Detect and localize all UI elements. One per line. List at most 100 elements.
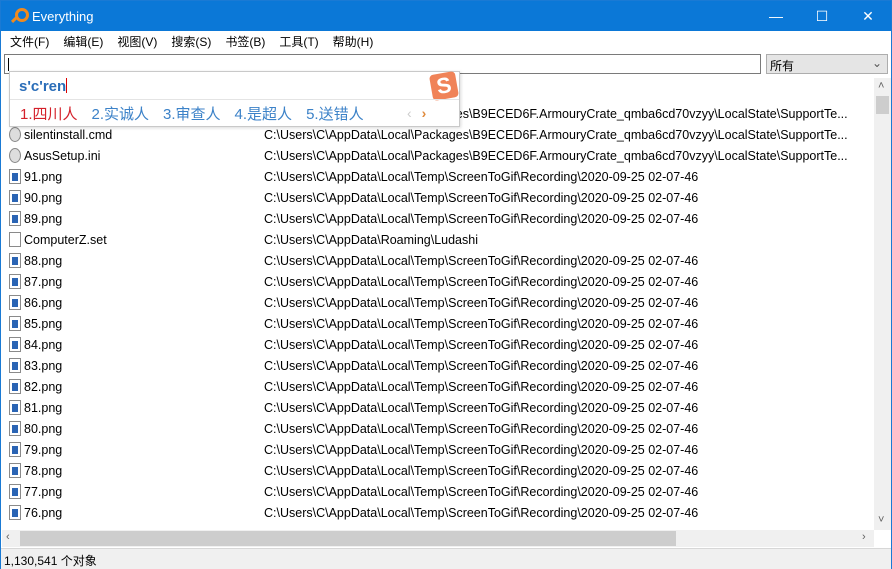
scroll-left-icon[interactable]: ‹ [6, 531, 10, 543]
table-row[interactable]: 86.png C:\Users\C\AppData\Local\Temp\Scre… [2, 292, 874, 313]
ime-candidate[interactable]: 1.四川人 [20, 103, 78, 124]
vertical-scrollbar[interactable]: ˄ ˅ [874, 78, 891, 530]
horizontal-scroll-thumb[interactable] [20, 531, 676, 546]
table-row[interactable]: 87.png C:\Users\C\AppData\Local\Temp\Scre… [2, 271, 874, 292]
png-file-icon [9, 253, 21, 268]
gear-file-icon [9, 127, 21, 142]
chevron-down-icon: ⌄ [871, 56, 882, 70]
png-file-icon [9, 442, 21, 457]
table-row[interactable]: 88.png C:\Users\C\AppData\Local\Temp\Scre… [2, 250, 874, 271]
filter-value: 所有 [770, 59, 795, 73]
png-file-icon [9, 190, 21, 205]
scroll-right-icon[interactable]: › [862, 531, 866, 543]
scroll-down-icon[interactable]: ˅ [878, 514, 884, 526]
table-row[interactable]: 85.png C:\Users\C\AppData\Local\Temp\Scre… [2, 313, 874, 334]
file-path: C:\Users\C\AppData\Local\Packages\B9ECED… [264, 127, 848, 142]
table-row[interactable]: 79.png C:\Users\C\AppData\Local\Temp\Scre… [2, 439, 874, 460]
file-name: 91.png [24, 169, 63, 184]
file-name: 86.png [24, 295, 63, 310]
ime-next-page-icon[interactable]: › [422, 105, 427, 121]
menu-tools[interactable]: 工具(T) [272, 33, 325, 50]
file-name: silentinstall.cmd [24, 127, 113, 142]
table-row[interactable]: 81.png C:\Users\C\AppData\Local\Temp\Scre… [2, 397, 874, 418]
table-row[interactable]: 77.png C:\Users\C\AppData\Local\Temp\Scre… [2, 481, 874, 502]
table-row[interactable]: AsusSetup.ini C:\Users\C\AppData\Local\Pa… [2, 145, 874, 166]
file-name: 88.png [24, 253, 63, 268]
ime-candidate[interactable]: 4.是超人 [235, 103, 293, 124]
menu-edit[interactable]: 编辑(E) [56, 33, 110, 50]
table-row[interactable]: 76.png C:\Users\C\AppData\Local\Temp\Scre… [2, 502, 874, 523]
file-name: 76.png [24, 505, 63, 520]
ime-candidate[interactable]: 2.实诚人 [92, 103, 150, 124]
filter-select[interactable]: 所有 ⌄ [766, 54, 888, 74]
png-file-icon [9, 379, 21, 394]
window-title: Everything [32, 8, 94, 24]
maximize-button[interactable]: ☐ [799, 1, 845, 31]
table-row[interactable]: 78.png C:\Users\C\AppData\Local\Temp\Scre… [2, 460, 874, 481]
menu-file[interactable]: 文件(F) [3, 33, 56, 50]
menu-bar: 文件(F) 编辑(E) 视图(V) 搜索(S) 书签(B) 工具(T) 帮助(H… [1, 31, 380, 52]
table-row[interactable]: 84.png C:\Users\C\AppData\Local\Temp\Scre… [2, 334, 874, 355]
file-path: C:\Users\C\AppData\Local\Temp\ScreenToGi… [264, 358, 699, 373]
table-row[interactable]: 90.png C:\Users\C\AppData\Local\Temp\Scre… [2, 187, 874, 208]
file-path: C:\Users\C\AppData\Local\Temp\ScreenToGi… [264, 442, 699, 457]
ime-prev-page-icon[interactable]: ‹ [407, 105, 412, 121]
png-file-icon [9, 295, 21, 310]
scroll-up-icon[interactable]: ˄ [878, 80, 884, 92]
table-row[interactable]: 83.png C:\Users\C\AppData\Local\Temp\Scre… [2, 355, 874, 376]
file-path: C:\Users\C\AppData\Local\Temp\ScreenToGi… [264, 484, 699, 499]
png-file-icon [9, 316, 21, 331]
file-name: 90.png [24, 190, 63, 205]
horizontal-scrollbar[interactable]: ‹ › [2, 530, 874, 547]
table-row[interactable]: 80.png C:\Users\C\AppData\Local\Temp\Scre… [2, 418, 874, 439]
file-path: C:\Users\C\AppData\Roaming\Ludashi [264, 232, 478, 247]
png-file-icon [9, 505, 21, 520]
menu-help[interactable]: 帮助(H) [326, 33, 381, 50]
file-name: 89.png [24, 211, 63, 226]
file-name: 79.png [24, 442, 63, 457]
file-path: C:\Users\C\AppData\Local\Temp\ScreenToGi… [264, 316, 699, 331]
close-button[interactable]: ✕ [845, 1, 891, 31]
file-name: ComputerZ.set [24, 232, 107, 247]
table-row[interactable]: 91.png C:\Users\C\AppData\Local\Temp\Scre… [2, 166, 874, 187]
menu-bookmarks[interactable]: 书签(B) [218, 33, 272, 50]
file-name: 80.png [24, 421, 63, 436]
ime-candidate[interactable]: 3.审查人 [163, 103, 221, 124]
ime-candidate[interactable]: 5.送错人 [306, 103, 364, 124]
vertical-scroll-thumb[interactable] [876, 96, 889, 114]
table-row[interactable]: 82.png C:\Users\C\AppData\Local\Temp\Scre… [2, 376, 874, 397]
results-list: C:\Users\C\AppData\Local\Packages\B9ECED… [2, 78, 874, 530]
file-path: C:\Users\C\AppData\Local\Temp\ScreenToGi… [264, 463, 699, 478]
table-row[interactable]: 89.png C:\Users\C\AppData\Local\Temp\Scre… [2, 208, 874, 229]
table-row[interactable]: silentinstall.cmd C:\Users\C\AppData\Loca… [2, 124, 874, 145]
file-path: C:\Users\C\AppData\Local\Packages\B9ECED… [264, 148, 848, 163]
minimize-button[interactable]: — [753, 1, 799, 31]
menu-search[interactable]: 搜索(S) [164, 33, 218, 50]
file-path: C:\Users\C\AppData\Local\Temp\ScreenToGi… [264, 400, 699, 415]
png-file-icon [9, 211, 21, 226]
file-name: 77.png [24, 484, 63, 499]
file-path: C:\Users\C\AppData\Local\Temp\ScreenToGi… [264, 379, 699, 394]
file-name: AsusSetup.ini [24, 148, 101, 163]
text-caret [8, 58, 9, 71]
table-row[interactable]: ComputerZ.set C:\Users\C\AppData\Roaming\… [2, 229, 874, 250]
status-bar: 1,130,541 个对象 [1, 548, 891, 569]
png-file-icon [9, 358, 21, 373]
file-name: 85.png [24, 316, 63, 331]
png-file-icon [9, 337, 21, 352]
file-name: 82.png [24, 379, 63, 394]
png-file-icon [9, 463, 21, 478]
object-count: 1,130,541 个对象 [4, 554, 97, 568]
menu-view[interactable]: 视图(V) [110, 33, 164, 50]
gear-file-icon [9, 148, 21, 163]
file-path: C:\Users\C\AppData\Local\Temp\ScreenToGi… [264, 505, 699, 520]
file-name: 78.png [24, 463, 63, 478]
file-file-icon [9, 232, 21, 247]
file-path: C:\Users\C\AppData\Local\Temp\ScreenToGi… [264, 421, 699, 436]
file-name: 83.png [24, 358, 63, 373]
png-file-icon [9, 400, 21, 415]
sogou-logo-icon: S [428, 70, 460, 102]
title-bar: Everything — ☐ ✕ [1, 1, 891, 31]
ime-candidate-popup: s'c'ren S 1.四川人 2.实诚人 3.审查人 4.是超人 5.送错人 … [9, 70, 460, 127]
png-file-icon [9, 484, 21, 499]
